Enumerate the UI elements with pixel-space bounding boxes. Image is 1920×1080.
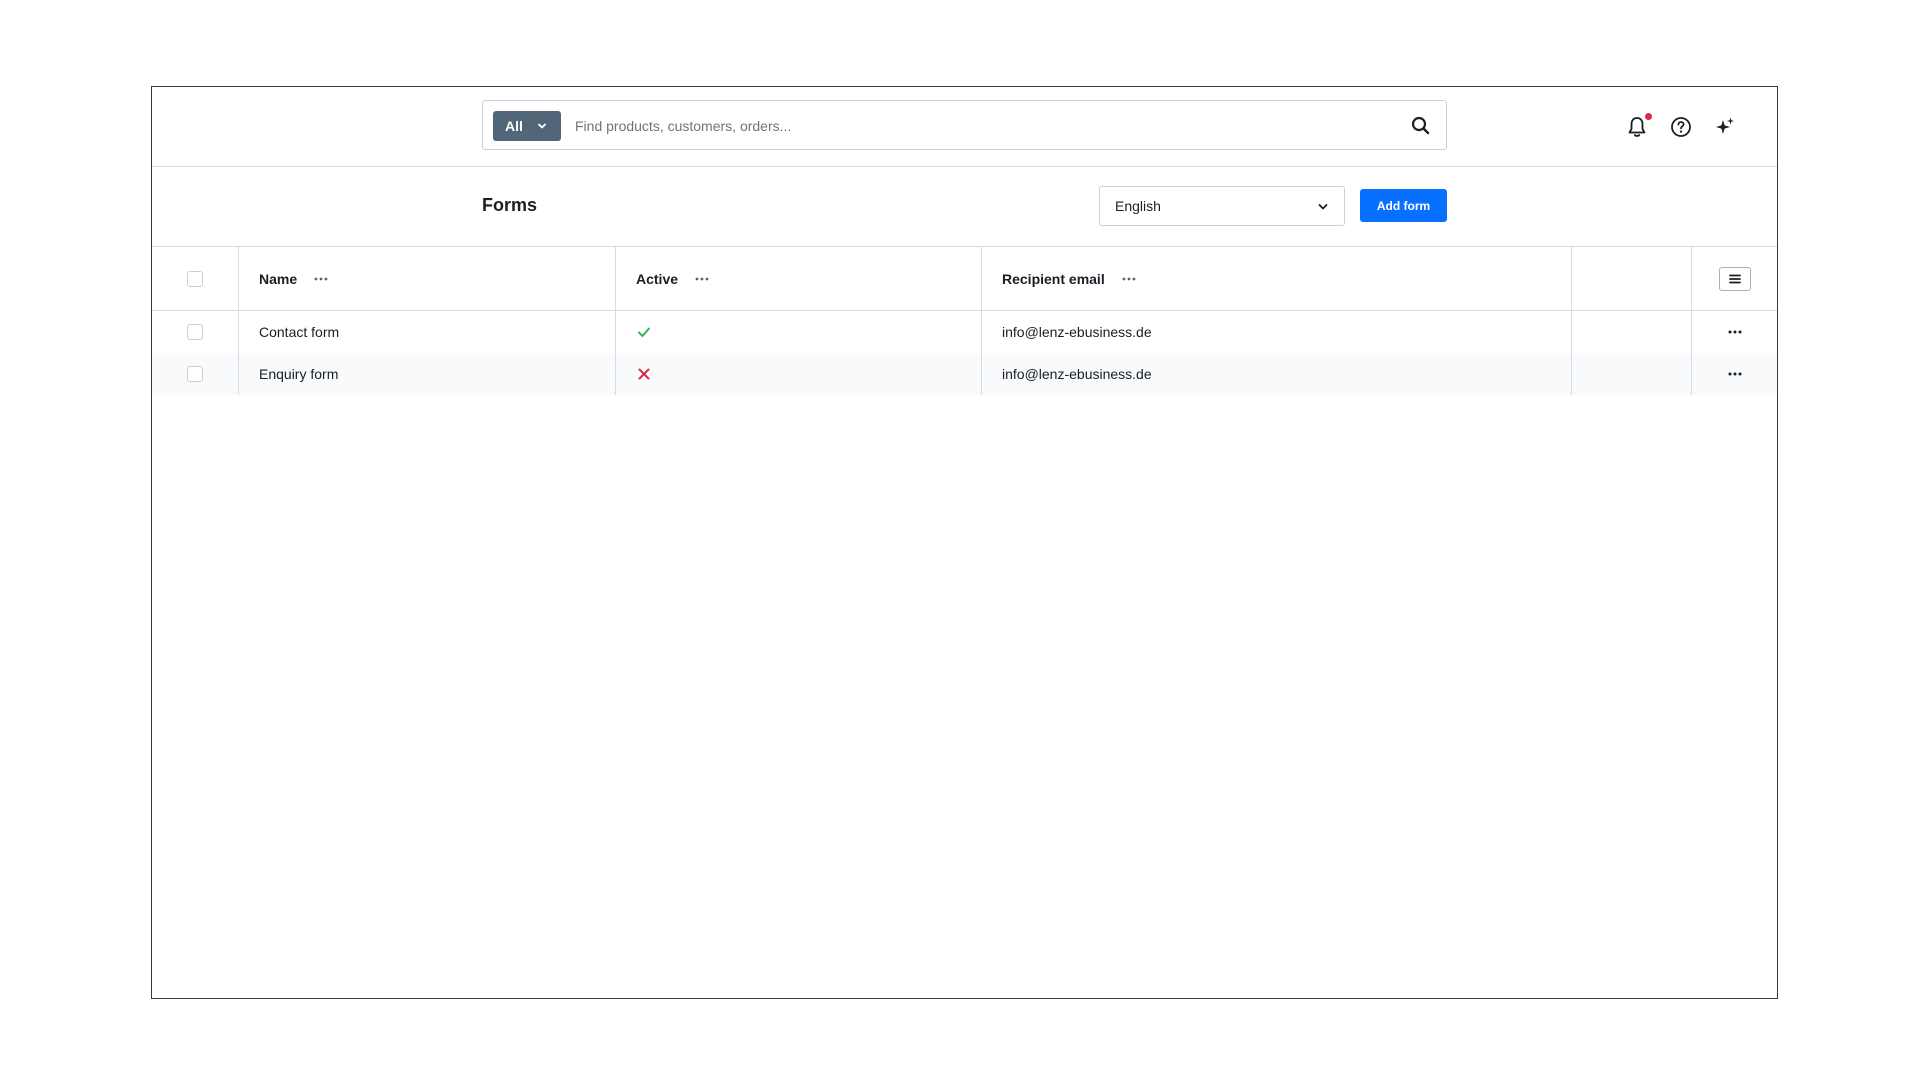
select-all-cell: [152, 247, 238, 310]
column-settings-cell: [1691, 247, 1777, 310]
empty-cell: [1571, 311, 1691, 353]
recipient-email-cell: info@lenz-ebusiness.de: [981, 353, 1571, 395]
search-scope-dropdown[interactable]: All: [493, 111, 561, 141]
column-header-active[interactable]: Active: [615, 247, 981, 310]
global-search: All: [482, 100, 1447, 150]
more-horizontal-icon[interactable]: [1727, 329, 1743, 335]
column-header-empty: [1571, 247, 1691, 310]
page-title: Forms: [482, 195, 538, 215]
checkmark-icon: [638, 327, 650, 337]
search-scope-label: All: [505, 118, 523, 134]
name-cell[interactable]: Contact form: [238, 311, 615, 353]
more-horizontal-icon[interactable]: [694, 276, 710, 282]
column-settings-button[interactable]: [1718, 266, 1751, 291]
more-horizontal-icon[interactable]: [1727, 371, 1743, 377]
more-horizontal-icon[interactable]: [1121, 276, 1137, 282]
row-actions-cell: [1691, 353, 1777, 395]
forms-table: Name Active Recipient email Contact form…: [152, 247, 1777, 395]
row-checkbox[interactable]: [187, 366, 203, 382]
name-cell[interactable]: Enquiry form: [238, 353, 615, 395]
help-circle-icon[interactable]: [1668, 114, 1694, 140]
table-header-row: Name Active Recipient email: [152, 247, 1777, 311]
cross-icon: [638, 368, 650, 380]
column-header-label: Name: [259, 270, 298, 287]
language-select[interactable]: English: [1099, 186, 1345, 226]
row-actions-cell: [1691, 311, 1777, 353]
search-icon[interactable]: [1410, 115, 1432, 137]
chevron-down-icon: [1318, 204, 1328, 210]
chevron-down-icon: [538, 123, 546, 129]
column-header-name[interactable]: Name: [238, 247, 615, 310]
row-checkbox[interactable]: [187, 324, 203, 340]
sparkle-icon[interactable]: [1712, 114, 1738, 140]
add-form-button[interactable]: Add form: [1360, 189, 1447, 222]
active-cell: [615, 353, 981, 395]
notification-dot: [1645, 113, 1652, 120]
select-all-checkbox[interactable]: [187, 270, 203, 287]
column-header-recipient-email[interactable]: Recipient email: [981, 247, 1571, 310]
more-horizontal-icon[interactable]: [313, 276, 329, 282]
row-select-cell: [152, 353, 238, 395]
app-window: All Forms: [151, 86, 1778, 999]
search-input[interactable]: [575, 113, 1355, 139]
table-row[interactable]: Contact form info@lenz-ebusiness.de: [152, 311, 1777, 353]
active-cell: [615, 311, 981, 353]
page-header: Forms English Add form: [152, 167, 1777, 247]
language-select-value: English: [1115, 198, 1161, 214]
row-select-cell: [152, 311, 238, 353]
empty-cell: [1571, 353, 1691, 395]
column-header-label: Recipient email: [1002, 270, 1105, 287]
top-bar: All: [152, 87, 1777, 167]
table-row[interactable]: Enquiry form info@lenz-ebusiness.de: [152, 353, 1777, 395]
recipient-email-cell: info@lenz-ebusiness.de: [981, 311, 1571, 353]
menu-icon: [1728, 274, 1741, 283]
column-header-label: Active: [636, 270, 679, 287]
